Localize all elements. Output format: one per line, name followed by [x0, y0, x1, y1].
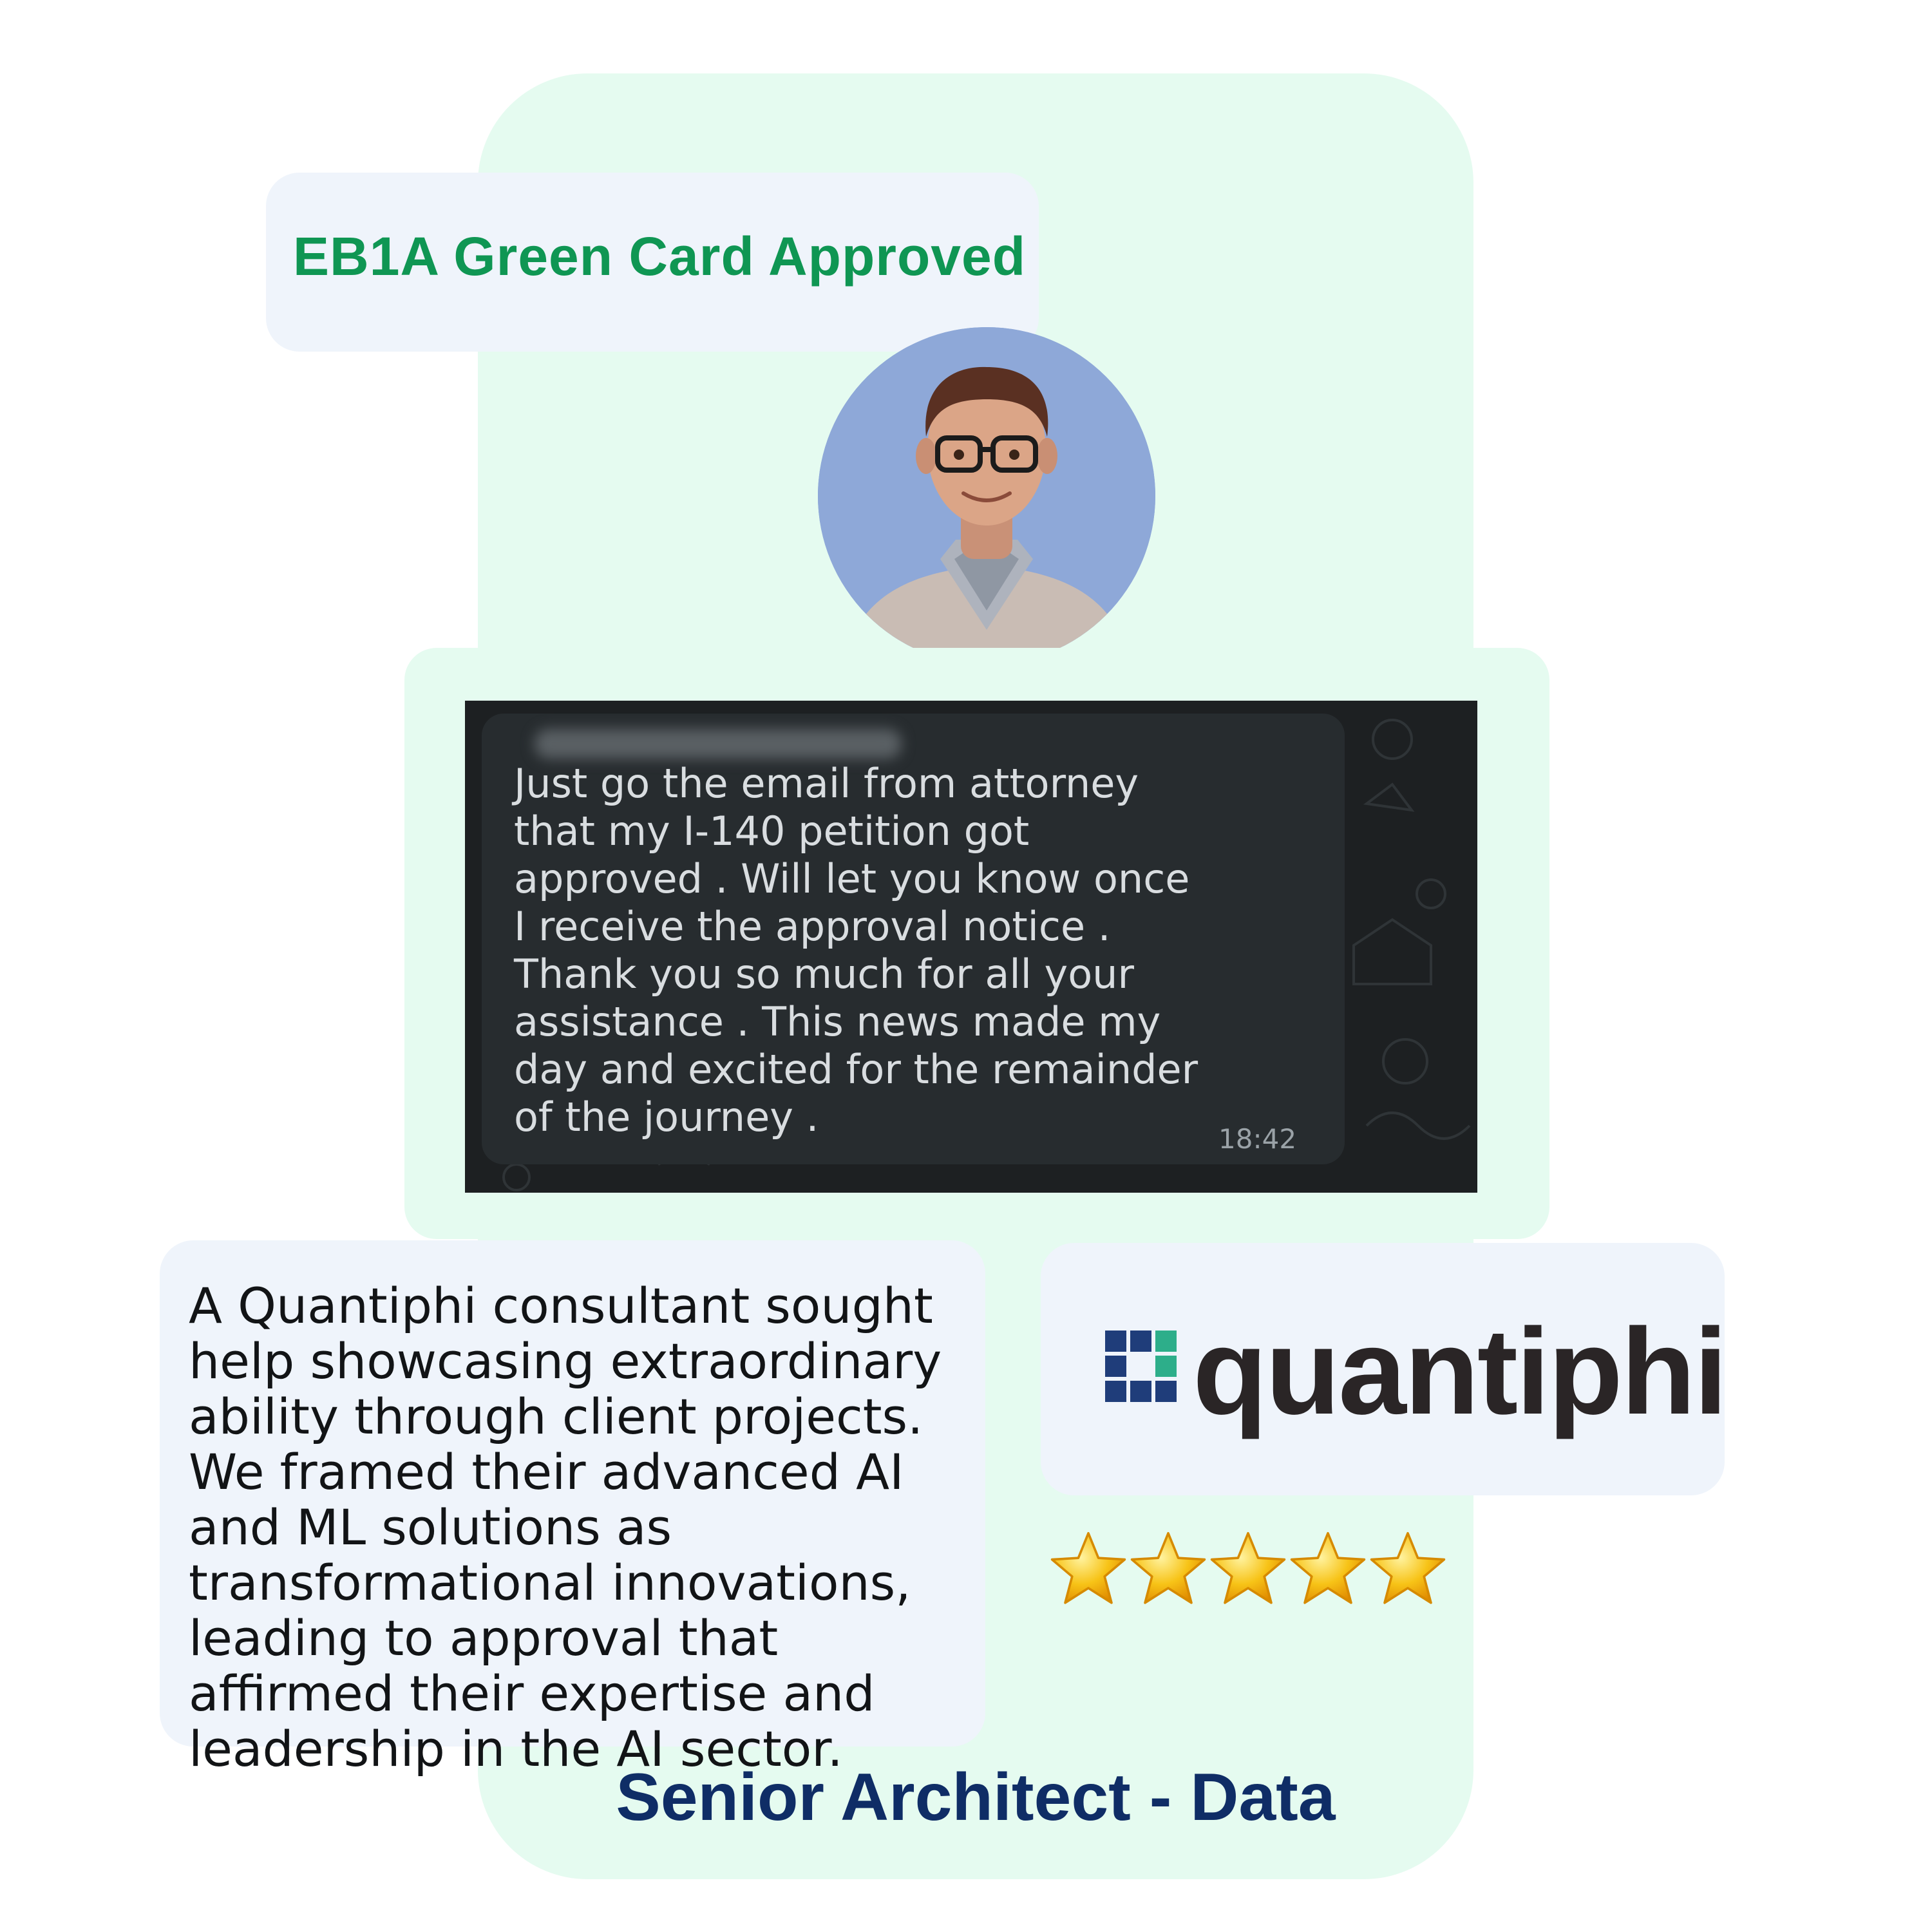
avatar — [818, 327, 1155, 665]
blurred-sender-number — [535, 729, 902, 759]
star-icon — [1050, 1532, 1126, 1604]
star-rating — [1050, 1530, 1449, 1607]
chat-message-text: Just go the email from attorney that my … — [514, 760, 1198, 1141]
person-avatar-illustration — [818, 327, 1155, 665]
description-text: A Quantiphi consultant sought help showc… — [189, 1277, 942, 1777]
star-icon — [1210, 1532, 1286, 1604]
star-icon — [1290, 1532, 1366, 1604]
company-logo-wordmark: quantiphi — [1193, 1303, 1728, 1440]
job-title: Senior Architect - Data — [616, 1760, 1336, 1835]
star-icon — [1370, 1532, 1446, 1604]
star-icon — [1130, 1532, 1206, 1604]
page-title: EB1A Green Card Approved — [293, 226, 1027, 287]
chat-message-time: 18:42 — [1218, 1123, 1297, 1155]
quantiphi-logo-icon — [1105, 1331, 1177, 1403]
